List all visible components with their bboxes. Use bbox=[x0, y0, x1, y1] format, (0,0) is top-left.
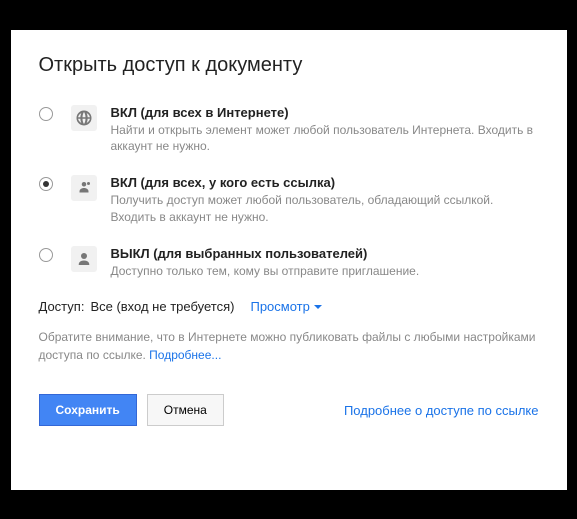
access-label: Доступ: bbox=[39, 299, 85, 314]
option-title: ВКЛ (для всех в Интернете) bbox=[111, 105, 539, 120]
option-private[interactable]: ВЫКЛ (для выбранных пользователей) Досту… bbox=[39, 246, 539, 280]
link-person-icon bbox=[71, 175, 97, 201]
permission-dropdown[interactable]: Просмотр bbox=[250, 299, 321, 314]
dialog-footer: Сохранить Отмена Подробнее о доступе по … bbox=[39, 394, 539, 426]
radio-public[interactable] bbox=[39, 107, 53, 121]
cancel-button[interactable]: Отмена bbox=[147, 394, 224, 426]
option-title: ВЫКЛ (для выбранных пользователей) bbox=[111, 246, 539, 261]
save-button[interactable]: Сохранить bbox=[39, 394, 137, 426]
caret-down-icon bbox=[314, 305, 322, 309]
radio-private[interactable] bbox=[39, 248, 53, 262]
option-desc: Получить доступ может любой пользователь… bbox=[111, 192, 539, 226]
option-link[interactable]: ВКЛ (для всех, у кого есть ссылка) Получ… bbox=[39, 175, 539, 226]
person-icon bbox=[71, 246, 97, 272]
access-value: Все (вход не требуется) bbox=[90, 299, 234, 314]
access-row: Доступ: Все (вход не требуется) Просмотр bbox=[39, 299, 539, 314]
dialog-title: Открыть доступ к документу bbox=[39, 54, 539, 77]
option-public[interactable]: ВКЛ (для всех в Интернете) Найти и откры… bbox=[39, 105, 539, 156]
visibility-options: ВКЛ (для всех в Интернете) Найти и откры… bbox=[39, 105, 539, 280]
option-desc: Доступно только тем, кому вы отправите п… bbox=[111, 263, 539, 280]
publish-note: Обратите внимание, что в Интернете можно… bbox=[39, 328, 539, 364]
radio-link[interactable] bbox=[39, 177, 53, 191]
option-desc: Найти и открыть элемент может любой поль… bbox=[111, 122, 539, 156]
option-title: ВКЛ (для всех, у кого есть ссылка) bbox=[111, 175, 539, 190]
globe-icon bbox=[71, 105, 97, 131]
link-sharing-info[interactable]: Подробнее о доступе по ссылке bbox=[344, 403, 539, 418]
share-dialog: Открыть доступ к документу ВКЛ (для всех… bbox=[11, 30, 567, 490]
learn-more-link[interactable]: Подробнее... bbox=[149, 348, 221, 362]
